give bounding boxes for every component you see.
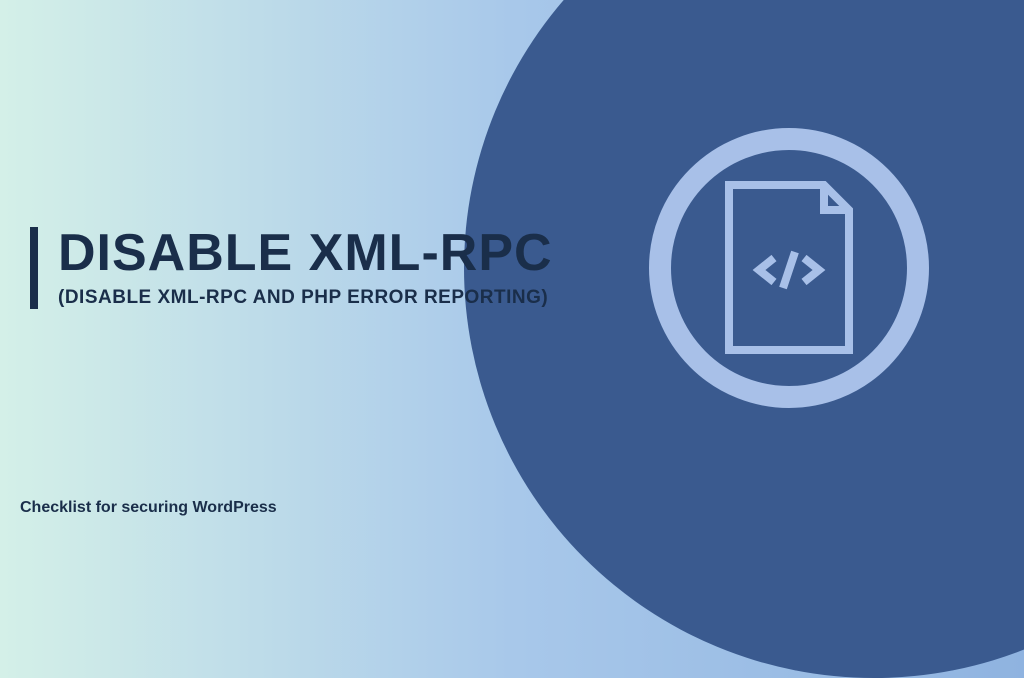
- main-content: DISABLE XML-RPC (DISABLE XML-RPC AND PHP…: [30, 227, 553, 309]
- footer-text: Checklist for securing WordPress: [20, 499, 277, 517]
- icon-circle: [649, 128, 929, 408]
- page-subtitle: (DISABLE XML-RPC AND PHP ERROR REPORTING…: [58, 287, 553, 309]
- page-title: DISABLE XML-RPC: [58, 227, 553, 279]
- code-file-icon: [719, 180, 859, 355]
